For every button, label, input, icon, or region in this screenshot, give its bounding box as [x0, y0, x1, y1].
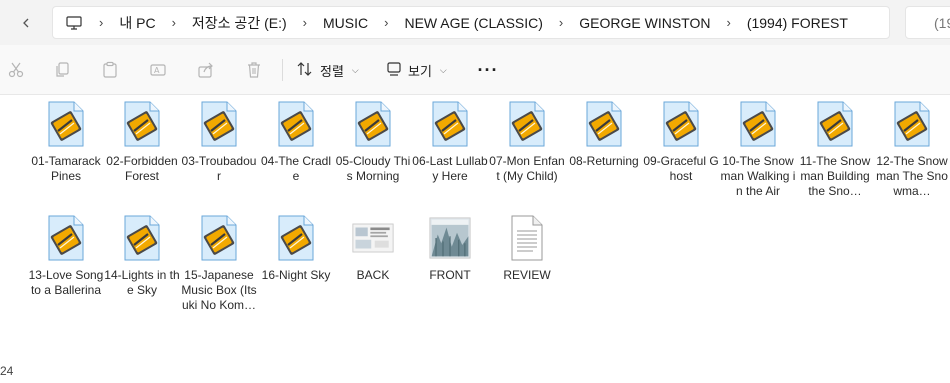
- breadcrumb-this-pc[interactable]: 내 PC: [113, 13, 161, 33]
- audio-file-icon: [660, 100, 702, 148]
- audio-file-icon: [121, 100, 163, 148]
- file-name: BACK: [356, 268, 390, 282]
- breadcrumb-artist[interactable]: GEORGE WINSTON: [573, 15, 716, 31]
- chevron-right-icon[interactable]: ›: [162, 15, 186, 30]
- audio-file-icon: [429, 100, 471, 148]
- file-item[interactable]: 03-Troubadour: [181, 100, 257, 184]
- file-name: 08-Returning: [569, 154, 639, 168]
- file-grid: 01-Tamarack Pines 02-Forbidden Forest 03-T…: [0, 96, 950, 383]
- sort-label: 정렬: [320, 63, 344, 79]
- view-icon: [386, 61, 402, 80]
- address-row: › 내 PC › 저장소 공간 (E:) › MUSIC › NEW AGE (…: [0, 0, 950, 45]
- file-item[interactable]: REVIEW: [489, 214, 565, 283]
- toolbar-divider: [282, 59, 283, 81]
- breadcrumb-album[interactable]: (1994) FOREST: [741, 15, 854, 31]
- image-thumbnail-icon: [429, 214, 471, 262]
- file-item[interactable]: 05-Cloudy This Morning: [335, 100, 411, 184]
- audio-file-icon: [814, 100, 856, 148]
- file-item[interactable]: BACK: [335, 214, 411, 283]
- item-count-fragment: 24: [0, 364, 14, 378]
- audio-file-icon: [45, 214, 87, 262]
- file-name: 06-Last Lullaby Here: [412, 154, 488, 183]
- file-item[interactable]: 08-Returning: [566, 100, 642, 169]
- copy-icon[interactable]: [50, 58, 74, 82]
- file-name: 16-Night Sky: [261, 268, 331, 282]
- search-input[interactable]: (1994: [905, 6, 950, 39]
- audio-file-icon: [737, 100, 779, 148]
- file-item[interactable]: 01-Tamarack Pines: [28, 100, 104, 184]
- back-icon[interactable]: [16, 13, 36, 33]
- file-item[interactable]: 06-Last Lullaby Here: [412, 100, 488, 184]
- file-name: FRONT: [429, 268, 471, 282]
- more-options-button[interactable]: ···: [476, 57, 500, 83]
- text-file-icon: [506, 214, 548, 262]
- paste-icon[interactable]: [98, 58, 122, 82]
- file-item[interactable]: FRONT: [412, 214, 488, 283]
- svg-text:A: A: [154, 66, 160, 75]
- file-item[interactable]: 11-The Snowman Building the Sno…: [797, 100, 873, 199]
- chevron-right-icon[interactable]: ›: [549, 15, 573, 30]
- chevron-down-icon: ⌵: [439, 64, 447, 75]
- chevron-down-icon: ⌵: [351, 64, 359, 75]
- breadcrumb-music[interactable]: MUSIC: [317, 15, 374, 31]
- audio-file-icon: [891, 100, 933, 148]
- file-name: 01-Tamarack Pines: [31, 154, 101, 183]
- audio-file-icon: [121, 214, 163, 262]
- file-name: 09-Graceful Ghost: [643, 154, 719, 183]
- file-item[interactable]: 15-Japanese Music Box (Itsuki No Kom…: [181, 214, 257, 313]
- chevron-right-icon[interactable]: ›: [716, 15, 740, 30]
- breadcrumb-drive[interactable]: 저장소 공간 (E:): [186, 13, 293, 33]
- file-name: 13-Love Song to a Ballerina: [28, 268, 104, 297]
- file-name: 07-Mon Enfant (My Child): [489, 154, 565, 183]
- audio-file-icon: [198, 100, 240, 148]
- file-name: 10-The Snowman Walking in the Air: [720, 154, 796, 198]
- share-icon[interactable]: [194, 58, 218, 82]
- image-thumbnail-icon: [352, 214, 394, 262]
- audio-file-icon: [275, 214, 317, 262]
- audio-file-icon: [352, 100, 394, 148]
- file-item[interactable]: 10-The Snowman Walking in the Air: [720, 100, 796, 199]
- file-name: 12-The Snowman The Snowma…: [876, 154, 948, 198]
- chevron-right-icon[interactable]: ›: [89, 15, 113, 30]
- audio-file-icon: [506, 100, 548, 148]
- file-name: 04-The Cradle: [260, 154, 332, 183]
- file-item[interactable]: 02-Forbidden Forest: [104, 100, 180, 184]
- sort-button[interactable]: 정렬 ⌵: [296, 57, 359, 83]
- audio-file-icon: [583, 100, 625, 148]
- sort-icon: [296, 61, 314, 80]
- file-name: 03-Troubadour: [181, 154, 257, 183]
- chevron-right-icon[interactable]: ›: [293, 15, 317, 30]
- file-name: 15-Japanese Music Box (Itsuki No Kom…: [181, 268, 257, 312]
- chevron-right-icon[interactable]: ›: [374, 15, 398, 30]
- command-bar: A 정렬 ⌵ 보기 ⌵ ···: [0, 45, 950, 95]
- file-item[interactable]: 09-Graceful Ghost: [643, 100, 719, 184]
- file-name: 14-Lights in the Sky: [104, 268, 180, 297]
- view-button[interactable]: 보기 ⌵: [386, 57, 447, 83]
- file-item[interactable]: 04-The Cradle: [258, 100, 334, 184]
- file-item[interactable]: 13-Love Song to a Ballerina: [28, 214, 104, 298]
- file-item[interactable]: 07-Mon Enfant (My Child): [489, 100, 565, 184]
- breadcrumb-genre[interactable]: NEW AGE (CLASSIC): [398, 15, 548, 31]
- rename-icon[interactable]: A: [146, 58, 170, 82]
- file-name: 11-The Snowman Building the Sno…: [799, 154, 871, 198]
- audio-file-icon: [198, 214, 240, 262]
- view-label: 보기: [408, 63, 432, 79]
- file-item[interactable]: 12-The Snowman The Snowma…: [874, 100, 950, 199]
- address-bar[interactable]: › 내 PC › 저장소 공간 (E:) › MUSIC › NEW AGE (…: [52, 6, 890, 39]
- audio-file-icon: [45, 100, 87, 148]
- audio-file-icon: [275, 100, 317, 148]
- file-name: 05-Cloudy This Morning: [335, 154, 411, 183]
- monitor-icon[interactable]: [59, 7, 89, 38]
- delete-icon[interactable]: [242, 58, 266, 82]
- cut-icon[interactable]: [4, 58, 28, 82]
- file-item[interactable]: 14-Lights in the Sky: [104, 214, 180, 298]
- file-name: REVIEW: [503, 268, 551, 282]
- file-name: 02-Forbidden Forest: [106, 154, 178, 183]
- file-item[interactable]: 16-Night Sky: [258, 214, 334, 283]
